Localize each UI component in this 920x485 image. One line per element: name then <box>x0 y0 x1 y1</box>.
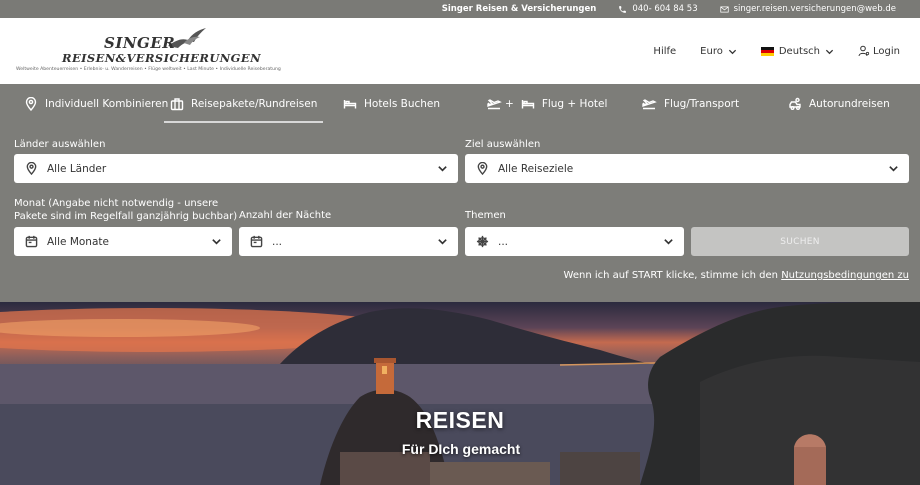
bed-icon <box>343 100 357 109</box>
german-flag-icon <box>760 46 774 56</box>
booking-tabs: Individuell Kombinieren Reisepakete/Rund… <box>0 84 920 124</box>
chevron-down-icon <box>438 166 447 172</box>
nights-label: Anzahl der Nächte <box>239 210 332 221</box>
tab-flug-transport[interactable]: Flug/Transport <box>641 84 739 124</box>
language-selector[interactable]: Deutsch <box>760 45 834 57</box>
terms-link[interactable]: Nutzungsbedingungen zu <box>781 270 909 281</box>
login-link[interactable]: Login <box>858 45 900 57</box>
destination-label: Ziel auswählen <box>465 139 541 150</box>
month-select[interactable]: Alle Monate <box>14 227 232 256</box>
tab-reisepakete-rundreisen[interactable]: Reisepakete/Rundreisen <box>163 84 324 124</box>
email-contact[interactable]: singer.reisen.versicherungen@web.de <box>719 4 896 14</box>
currency-selector[interactable]: Euro <box>700 46 737 57</box>
logo-text-singer: SINGER <box>104 34 176 52</box>
ship-wheel-icon <box>476 235 489 248</box>
tab-label: Flug/Transport <box>664 98 740 110</box>
location-pin-icon <box>26 162 37 175</box>
location-pin-icon <box>477 162 488 175</box>
tab-autorundreisen[interactable]: Autorundreisen <box>788 84 890 124</box>
logo-tagline: Weltweite Abenteuerreisen • Erlebnis- u.… <box>16 67 281 72</box>
user-icon <box>858 45 870 57</box>
bed-icon <box>521 100 535 109</box>
help-link[interactable]: Hilfe <box>653 46 676 57</box>
header-nav: Hilfe Euro Deutsch Login <box>629 18 900 84</box>
calendar-icon <box>25 235 38 248</box>
destination-value: Alle Reiseziele <box>498 162 574 175</box>
tab-label: Autorundreisen <box>809 98 890 110</box>
countries-select[interactable]: Alle Länder <box>14 154 458 183</box>
destination-select[interactable]: Alle Reiseziele <box>465 154 909 183</box>
themes-select[interactable]: ... <box>465 227 684 256</box>
month-label: Monat (Angabe nicht notwendig - unsere P… <box>14 197 237 223</box>
chevron-down-icon <box>212 239 221 245</box>
hero-subtitle: Für DIch gemacht <box>401 441 521 457</box>
phone-number: 040- 604 84 53 <box>632 4 698 14</box>
countries-label: Länder auswählen <box>14 139 106 150</box>
tab-label: Individuell Kombinieren <box>45 98 169 110</box>
tab-individuell-kombinieren[interactable]: Individuell Kombinieren <box>24 84 168 124</box>
login-label: Login <box>873 45 900 57</box>
chevron-down-icon <box>889 166 898 172</box>
search-button[interactable]: SUCHEN <box>691 227 909 256</box>
language-label: Deutsch <box>778 45 821 57</box>
tab-flug-hotel[interactable]: + Flug + Hotel <box>486 84 607 124</box>
mail-icon <box>719 6 729 12</box>
nights-select[interactable]: ... <box>239 227 458 256</box>
chevron-down-icon <box>825 49 834 54</box>
chevron-down-icon <box>664 239 673 245</box>
calendar-icon <box>250 235 263 248</box>
tab-hotels-buchen[interactable]: Hotels Buchen <box>343 84 440 124</box>
themes-label: Themen <box>465 210 506 221</box>
search-panel: Individuell Kombinieren Reisepakete/Rund… <box>0 84 920 302</box>
suitcase-icon <box>170 98 184 111</box>
phone-icon <box>619 5 627 13</box>
tab-label: Reisepakete/Rundreisen <box>191 98 318 110</box>
tab-label: Flug + Hotel <box>541 98 608 110</box>
site-header: SINGER REISEN&VERSICHERUNGEN Weltweite A… <box>0 18 920 84</box>
hero-title: REISEN <box>415 407 505 433</box>
plane-icon <box>487 99 502 110</box>
terms-text: Wenn ich auf START klicke, stimme ich de… <box>563 270 778 281</box>
chevron-down-icon <box>728 49 736 54</box>
location-pin-icon <box>25 97 37 111</box>
nights-value: ... <box>272 235 283 248</box>
top-bar: Singer Reisen & Versicherungen 040- 604 … <box>0 0 920 18</box>
company-name: Singer Reisen & Versicherungen <box>441 4 597 14</box>
themes-value: ... <box>498 235 509 248</box>
phone-contact[interactable]: 040- 604 84 53 <box>618 4 698 14</box>
hero-banner: REISEN Für DIch gemacht <box>0 302 920 485</box>
plus-sign: + <box>505 98 514 110</box>
tab-label: Hotels Buchen <box>364 98 441 110</box>
logo-text-company: REISEN&VERSICHERUNGEN <box>62 51 261 65</box>
month-value: Alle Monate <box>47 235 109 248</box>
coastal-sunset-image <box>0 302 920 485</box>
currency-label: Euro <box>700 45 723 57</box>
month-label-line2: Pakete sind im Regelfall ganzjährig buch… <box>14 211 238 222</box>
car-icon <box>789 97 801 110</box>
email-address: singer.reisen.versicherungen@web.de <box>733 4 896 14</box>
chevron-down-icon <box>438 239 447 245</box>
countries-value: Alle Länder <box>47 162 107 175</box>
month-label-line1: Monat (Angabe nicht notwendig - unsere <box>14 198 219 209</box>
company-logo[interactable]: SINGER REISEN&VERSICHERUNGEN Weltweite A… <box>14 24 304 80</box>
plane-icon <box>642 99 657 110</box>
terms-notice: Wenn ich auf START klicke, stimme ich de… <box>564 270 909 281</box>
